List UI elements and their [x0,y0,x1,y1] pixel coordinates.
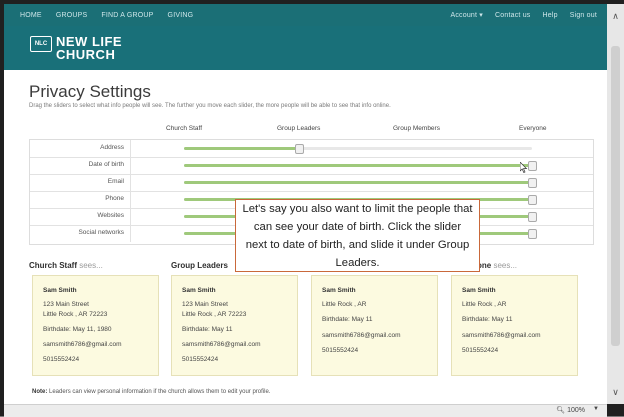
slider-label: Address [100,144,124,151]
card-group-members: Sam Smith Little Rock , AR Birthdate: Ma… [311,275,438,376]
card-address1: 123 Main Street [43,301,89,308]
card-birthdate: Birthdate: May 11 [462,316,513,323]
church-name-line2: CHURCH [56,47,116,62]
card-phone: 5015552424 [462,347,499,354]
card-address1: Little Rock , AR [322,301,367,308]
card-birthdate: Birthdate: May 11, 1980 [43,326,112,333]
card-address2: Little Rock , AR 72223 [43,311,108,318]
leaders-note: Note: Leaders can view personal informat… [32,389,270,395]
status-bar: 🔍︎ 100% ▼ [4,404,607,417]
nav-find-a-group[interactable]: FIND A GROUP [101,12,153,19]
column-group-members: Group Members [393,125,440,132]
nav-contact-us[interactable]: Contact us [495,12,530,19]
row-divider [130,225,131,242]
page-subtitle: Drag the sliders to select what info peo… [29,103,391,109]
note-label: Note: [32,389,48,395]
card-birthdate: Birthdate: May 11 [182,326,233,333]
slider-label: Email [107,178,124,185]
page-title: Privacy Settings [29,82,151,101]
slider-row-email: Email [30,174,593,192]
card-address1: 123 Main Street [182,301,228,308]
zoom-level[interactable]: 🔍︎ 100% [556,406,585,414]
card-group-leaders: Sam Smith 123 Main Street Little Rock , … [171,275,298,376]
card-address2: Little Rock , AR 72223 [182,311,247,318]
slider-label: Phone [105,195,124,202]
slider-label: Social networks [78,229,124,236]
card-email: samsmith6786@gmail.com [462,332,541,339]
vertical-scrollbar[interactable]: ∧ ∨ [607,4,624,404]
scrollbar-thumb[interactable] [611,46,620,346]
row-divider [130,208,131,225]
nav-help[interactable]: Help [543,12,558,19]
slider-row-date-of-birth: Date of birth [30,157,593,175]
card-email: samsmith6786@gmail.com [182,341,261,348]
slider-fill [184,147,299,150]
card-name: Sam Smith [43,287,77,294]
address-slider[interactable] [184,144,532,154]
date-of-birth-slider[interactable] [184,161,537,171]
slider-handle[interactable] [528,161,537,171]
email-slider[interactable] [184,178,537,188]
card-address1: Little Rock , AR [462,301,507,308]
card-name: Sam Smith [322,287,356,294]
card-name: Sam Smith [182,287,216,294]
card-phone: 5015552424 [182,356,219,363]
column-everyone: Everyone [519,125,547,132]
sees-bold: Church Staff [29,261,77,270]
row-divider [130,157,131,174]
sees-bold: Group Leaders [171,261,228,270]
card-email: samsmith6786@gmail.com [43,341,122,348]
slider-handle[interactable] [528,212,537,222]
church-logo[interactable]: NLC [30,36,52,52]
brand-banner: NLC NEW LIFE CHURCH [4,26,607,70]
note-text: Leaders can view personal information if… [47,389,271,395]
top-navigation: HOME GROUPS FIND A GROUP GIVING Account … [4,4,607,26]
sees-light: sees... [491,261,518,270]
slider-row-address: Address [30,140,593,158]
slider-handle[interactable] [528,195,537,205]
slider-handle[interactable] [528,178,537,188]
card-everyone: Sam Smith Little Rock , AR Birthdate: Ma… [451,275,578,376]
everyone-sees-heading: one sees... [477,261,517,270]
row-divider [130,174,131,191]
card-phone: 5015552424 [43,356,80,363]
card-name: Sam Smith [462,287,496,294]
column-group-leaders: Group Leaders [277,125,321,132]
group-leaders-sees-heading: Group Leaders [171,261,228,270]
nav-sign-out[interactable]: Sign out [570,12,597,19]
card-phone: 5015552424 [322,347,359,354]
scroll-down-icon[interactable]: ∨ [609,386,622,398]
slider-label: Websites [97,212,124,219]
browser-viewport: HOME GROUPS FIND A GROUP GIVING Account … [4,4,607,404]
slider-handle[interactable] [294,144,304,154]
slider-fill [184,164,532,167]
nav-account[interactable]: Account ▾ [450,11,483,19]
column-church-staff: Church Staff [166,125,203,132]
nav-giving[interactable]: GIVING [168,12,194,19]
row-divider [130,191,131,208]
row-divider [130,140,131,157]
scroll-up-icon[interactable]: ∧ [609,10,622,22]
slider-label: Date of birth [88,161,124,168]
nav-home[interactable]: HOME [20,12,42,19]
sees-light: sees... [77,261,103,270]
card-church-staff: Sam Smith 123 Main Street Little Rock , … [32,275,159,376]
slider-handle[interactable] [528,229,537,239]
card-email: samsmith6786@gmail.com [322,332,401,339]
tutorial-callout: Let's say you also want to limit the peo… [235,199,480,272]
zoom-value: 100% [567,407,585,414]
callout-text: Let's say you also want to limit the peo… [242,202,473,269]
nav-groups[interactable]: GROUPS [56,12,88,19]
zoom-dropdown-icon[interactable]: ▼ [593,406,599,412]
slider-fill [184,181,532,184]
church-staff-sees-heading: Church Staff sees... [29,261,103,270]
mouse-cursor-icon [520,162,528,173]
card-birthdate: Birthdate: May 11 [322,316,373,323]
